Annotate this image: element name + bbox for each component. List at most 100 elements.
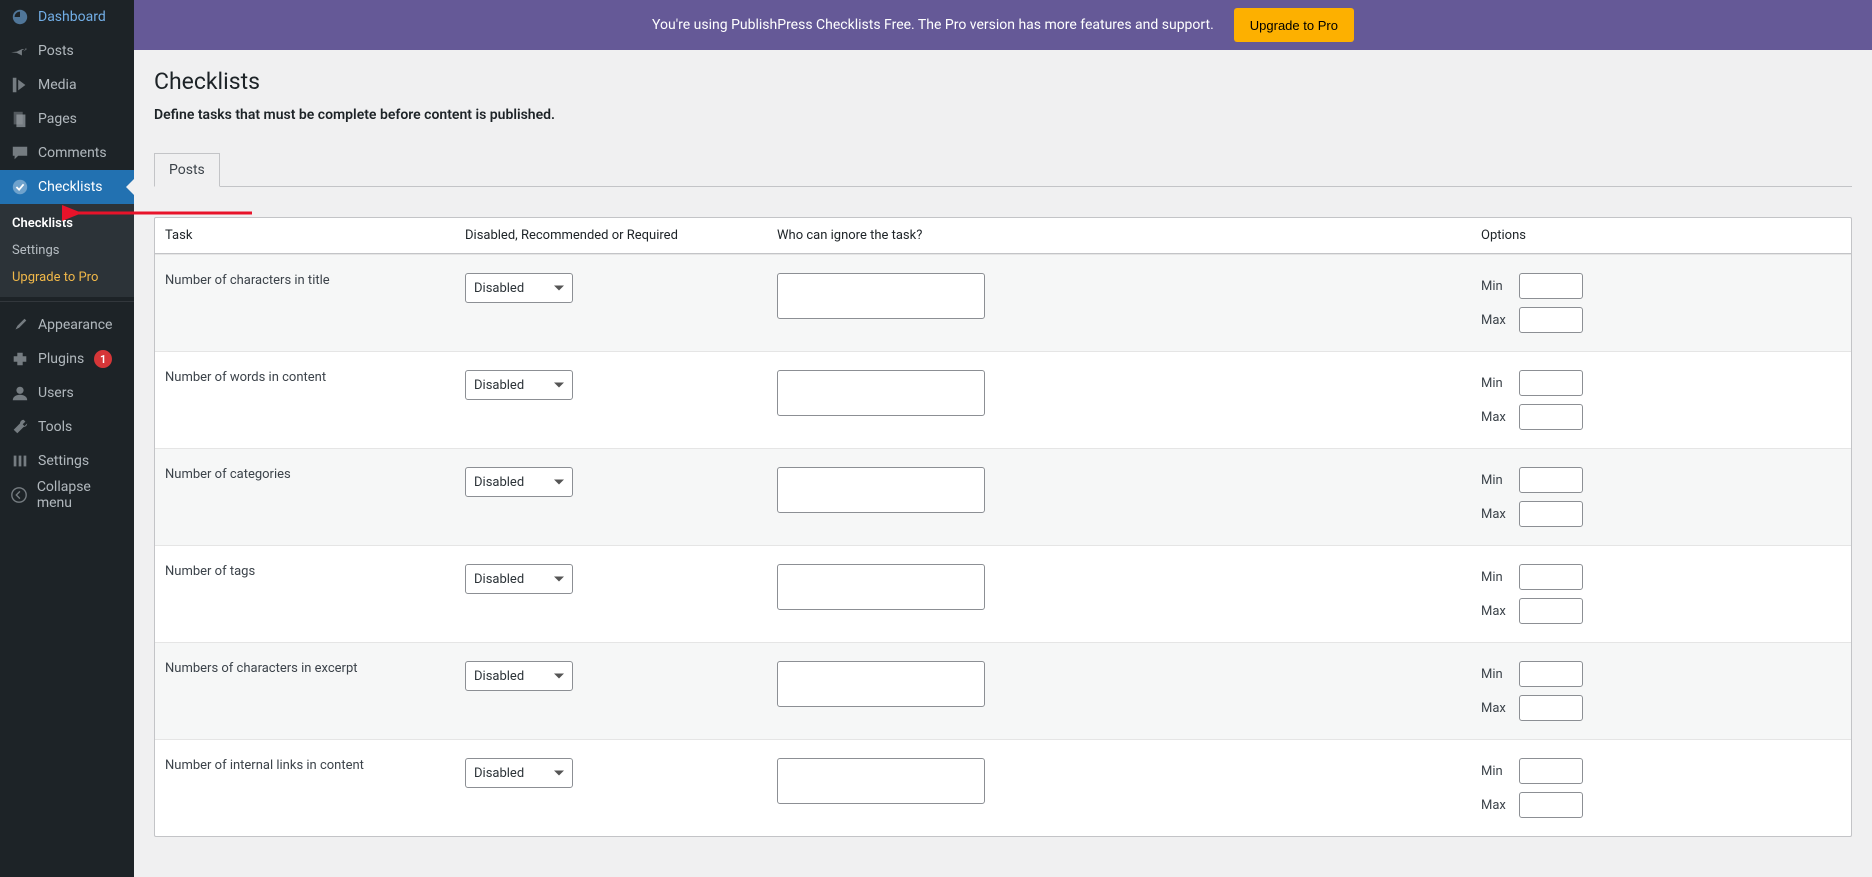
max-input[interactable] bbox=[1519, 404, 1583, 430]
max-input[interactable] bbox=[1519, 501, 1583, 527]
upgrade-button[interactable]: Upgrade to Pro bbox=[1234, 8, 1354, 42]
max-input[interactable] bbox=[1519, 598, 1583, 624]
sidebar-item-appearance[interactable]: Appearance bbox=[0, 308, 134, 342]
sidebar-item-dashboard[interactable]: Dashboard bbox=[0, 0, 134, 34]
submenu-item-upgrade[interactable]: Upgrade to Pro bbox=[0, 264, 134, 291]
ignore-roles-input[interactable] bbox=[777, 661, 985, 707]
sidebar-item-posts[interactable]: Posts bbox=[0, 34, 134, 68]
td-task: Numbers of characters in excerpt bbox=[155, 643, 455, 739]
rule-select[interactable]: Disabled bbox=[465, 564, 573, 594]
max-input[interactable] bbox=[1519, 792, 1583, 818]
min-input[interactable] bbox=[1519, 758, 1583, 784]
brush-icon bbox=[10, 315, 30, 335]
sidebar-item-label: Media bbox=[38, 77, 77, 93]
rule-select[interactable]: Disabled bbox=[465, 467, 573, 497]
th-options: Options bbox=[1471, 218, 1851, 253]
min-input[interactable] bbox=[1519, 467, 1583, 493]
max-label: Max bbox=[1481, 701, 1509, 716]
max-input[interactable] bbox=[1519, 307, 1583, 333]
main-panel: You're using PublishPress Checklists Fre… bbox=[134, 0, 1872, 877]
table-row: Number of words in content Disabled Min … bbox=[155, 351, 1851, 448]
rule-select[interactable]: Disabled bbox=[465, 273, 573, 303]
update-badge: 1 bbox=[94, 350, 112, 368]
banner-text: You're using PublishPress Checklists Fre… bbox=[652, 17, 1214, 33]
sidebar-item-label: Plugins bbox=[38, 351, 84, 367]
tasks-table: Task Disabled, Recommended or Required W… bbox=[154, 217, 1852, 837]
table-row: Number of characters in title Disabled M… bbox=[155, 254, 1851, 351]
dashboard-icon bbox=[10, 7, 30, 27]
td-task: Number of words in content bbox=[155, 352, 455, 448]
sidebar-item-label: Dashboard bbox=[38, 9, 106, 25]
admin-sidebar: Dashboard Posts Media Pages Comments Che… bbox=[0, 0, 134, 877]
ignore-roles-input[interactable] bbox=[777, 467, 985, 513]
td-task: Number of characters in title bbox=[155, 255, 455, 351]
table-row: Number of internal links in content Disa… bbox=[155, 739, 1851, 836]
max-label: Max bbox=[1481, 604, 1509, 619]
submenu-item-settings[interactable]: Settings bbox=[0, 237, 134, 264]
min-label: Min bbox=[1481, 764, 1509, 779]
min-label: Min bbox=[1481, 473, 1509, 488]
users-icon bbox=[10, 383, 30, 403]
th-rule: Disabled, Recommended or Required bbox=[455, 218, 767, 253]
pin-icon bbox=[10, 41, 30, 61]
min-label: Min bbox=[1481, 376, 1509, 391]
table-row: Number of categories Disabled Min Max bbox=[155, 448, 1851, 545]
sidebar-item-media[interactable]: Media bbox=[0, 68, 134, 102]
min-input[interactable] bbox=[1519, 370, 1583, 396]
ignore-roles-input[interactable] bbox=[777, 758, 985, 804]
sidebar-item-label: Checklists bbox=[38, 179, 103, 195]
sidebar-collapse[interactable]: Collapse menu bbox=[0, 478, 134, 512]
min-label: Min bbox=[1481, 570, 1509, 585]
tools-icon bbox=[10, 417, 30, 437]
td-task: Number of categories bbox=[155, 449, 455, 545]
sidebar-item-plugins[interactable]: Plugins 1 bbox=[0, 342, 134, 376]
rule-select[interactable]: Disabled bbox=[465, 370, 573, 400]
th-task: Task bbox=[155, 218, 455, 253]
min-input[interactable] bbox=[1519, 564, 1583, 590]
post-type-tabs: Posts bbox=[154, 153, 1852, 187]
menu-separator bbox=[0, 297, 134, 302]
ignore-roles-input[interactable] bbox=[777, 564, 985, 610]
sidebar-item-pages[interactable]: Pages bbox=[0, 102, 134, 136]
max-label: Max bbox=[1481, 410, 1509, 425]
check-icon bbox=[10, 177, 30, 197]
min-input[interactable] bbox=[1519, 273, 1583, 299]
sidebar-item-users[interactable]: Users bbox=[0, 376, 134, 410]
page-title: Checklists bbox=[154, 68, 1852, 95]
min-input[interactable] bbox=[1519, 661, 1583, 687]
min-label: Min bbox=[1481, 667, 1509, 682]
sidebar-item-label: Appearance bbox=[38, 317, 112, 333]
max-label: Max bbox=[1481, 313, 1509, 328]
th-ignore: Who can ignore the task? bbox=[767, 218, 1471, 253]
submenu-item-checklists[interactable]: Checklists bbox=[0, 210, 134, 237]
tab-posts[interactable]: Posts bbox=[154, 153, 220, 187]
table-head: Task Disabled, Recommended or Required W… bbox=[155, 218, 1851, 254]
sidebar-item-label: Tools bbox=[38, 419, 72, 435]
settings-icon bbox=[10, 451, 30, 471]
sidebar-submenu: Checklists Settings Upgrade to Pro bbox=[0, 204, 134, 297]
table-row: Numbers of characters in excerpt Disable… bbox=[155, 642, 1851, 739]
page-subtitle: Define tasks that must be complete befor… bbox=[154, 107, 1852, 123]
plugin-icon bbox=[10, 349, 30, 369]
ignore-roles-input[interactable] bbox=[777, 273, 985, 319]
pages-icon bbox=[10, 109, 30, 129]
sidebar-item-label: Pages bbox=[38, 111, 77, 127]
sidebar-item-comments[interactable]: Comments bbox=[0, 136, 134, 170]
rule-select[interactable]: Disabled bbox=[465, 758, 573, 788]
sidebar-item-label: Settings bbox=[38, 453, 89, 469]
upgrade-banner: You're using PublishPress Checklists Fre… bbox=[134, 0, 1872, 50]
ignore-roles-input[interactable] bbox=[777, 370, 985, 416]
sidebar-item-label: Comments bbox=[38, 145, 107, 161]
max-input[interactable] bbox=[1519, 695, 1583, 721]
sidebar-item-tools[interactable]: Tools bbox=[0, 410, 134, 444]
media-icon bbox=[10, 75, 30, 95]
rule-select[interactable]: Disabled bbox=[465, 661, 573, 691]
max-label: Max bbox=[1481, 798, 1509, 813]
sidebar-item-label: Posts bbox=[38, 43, 74, 59]
sidebar-item-checklists[interactable]: Checklists bbox=[0, 170, 134, 204]
sidebar-item-settings[interactable]: Settings bbox=[0, 444, 134, 478]
table-row: Number of tags Disabled Min Max bbox=[155, 545, 1851, 642]
sidebar-item-label: Users bbox=[38, 385, 74, 401]
sidebar-item-label: Collapse menu bbox=[37, 479, 124, 511]
td-task: Number of internal links in content bbox=[155, 740, 455, 836]
